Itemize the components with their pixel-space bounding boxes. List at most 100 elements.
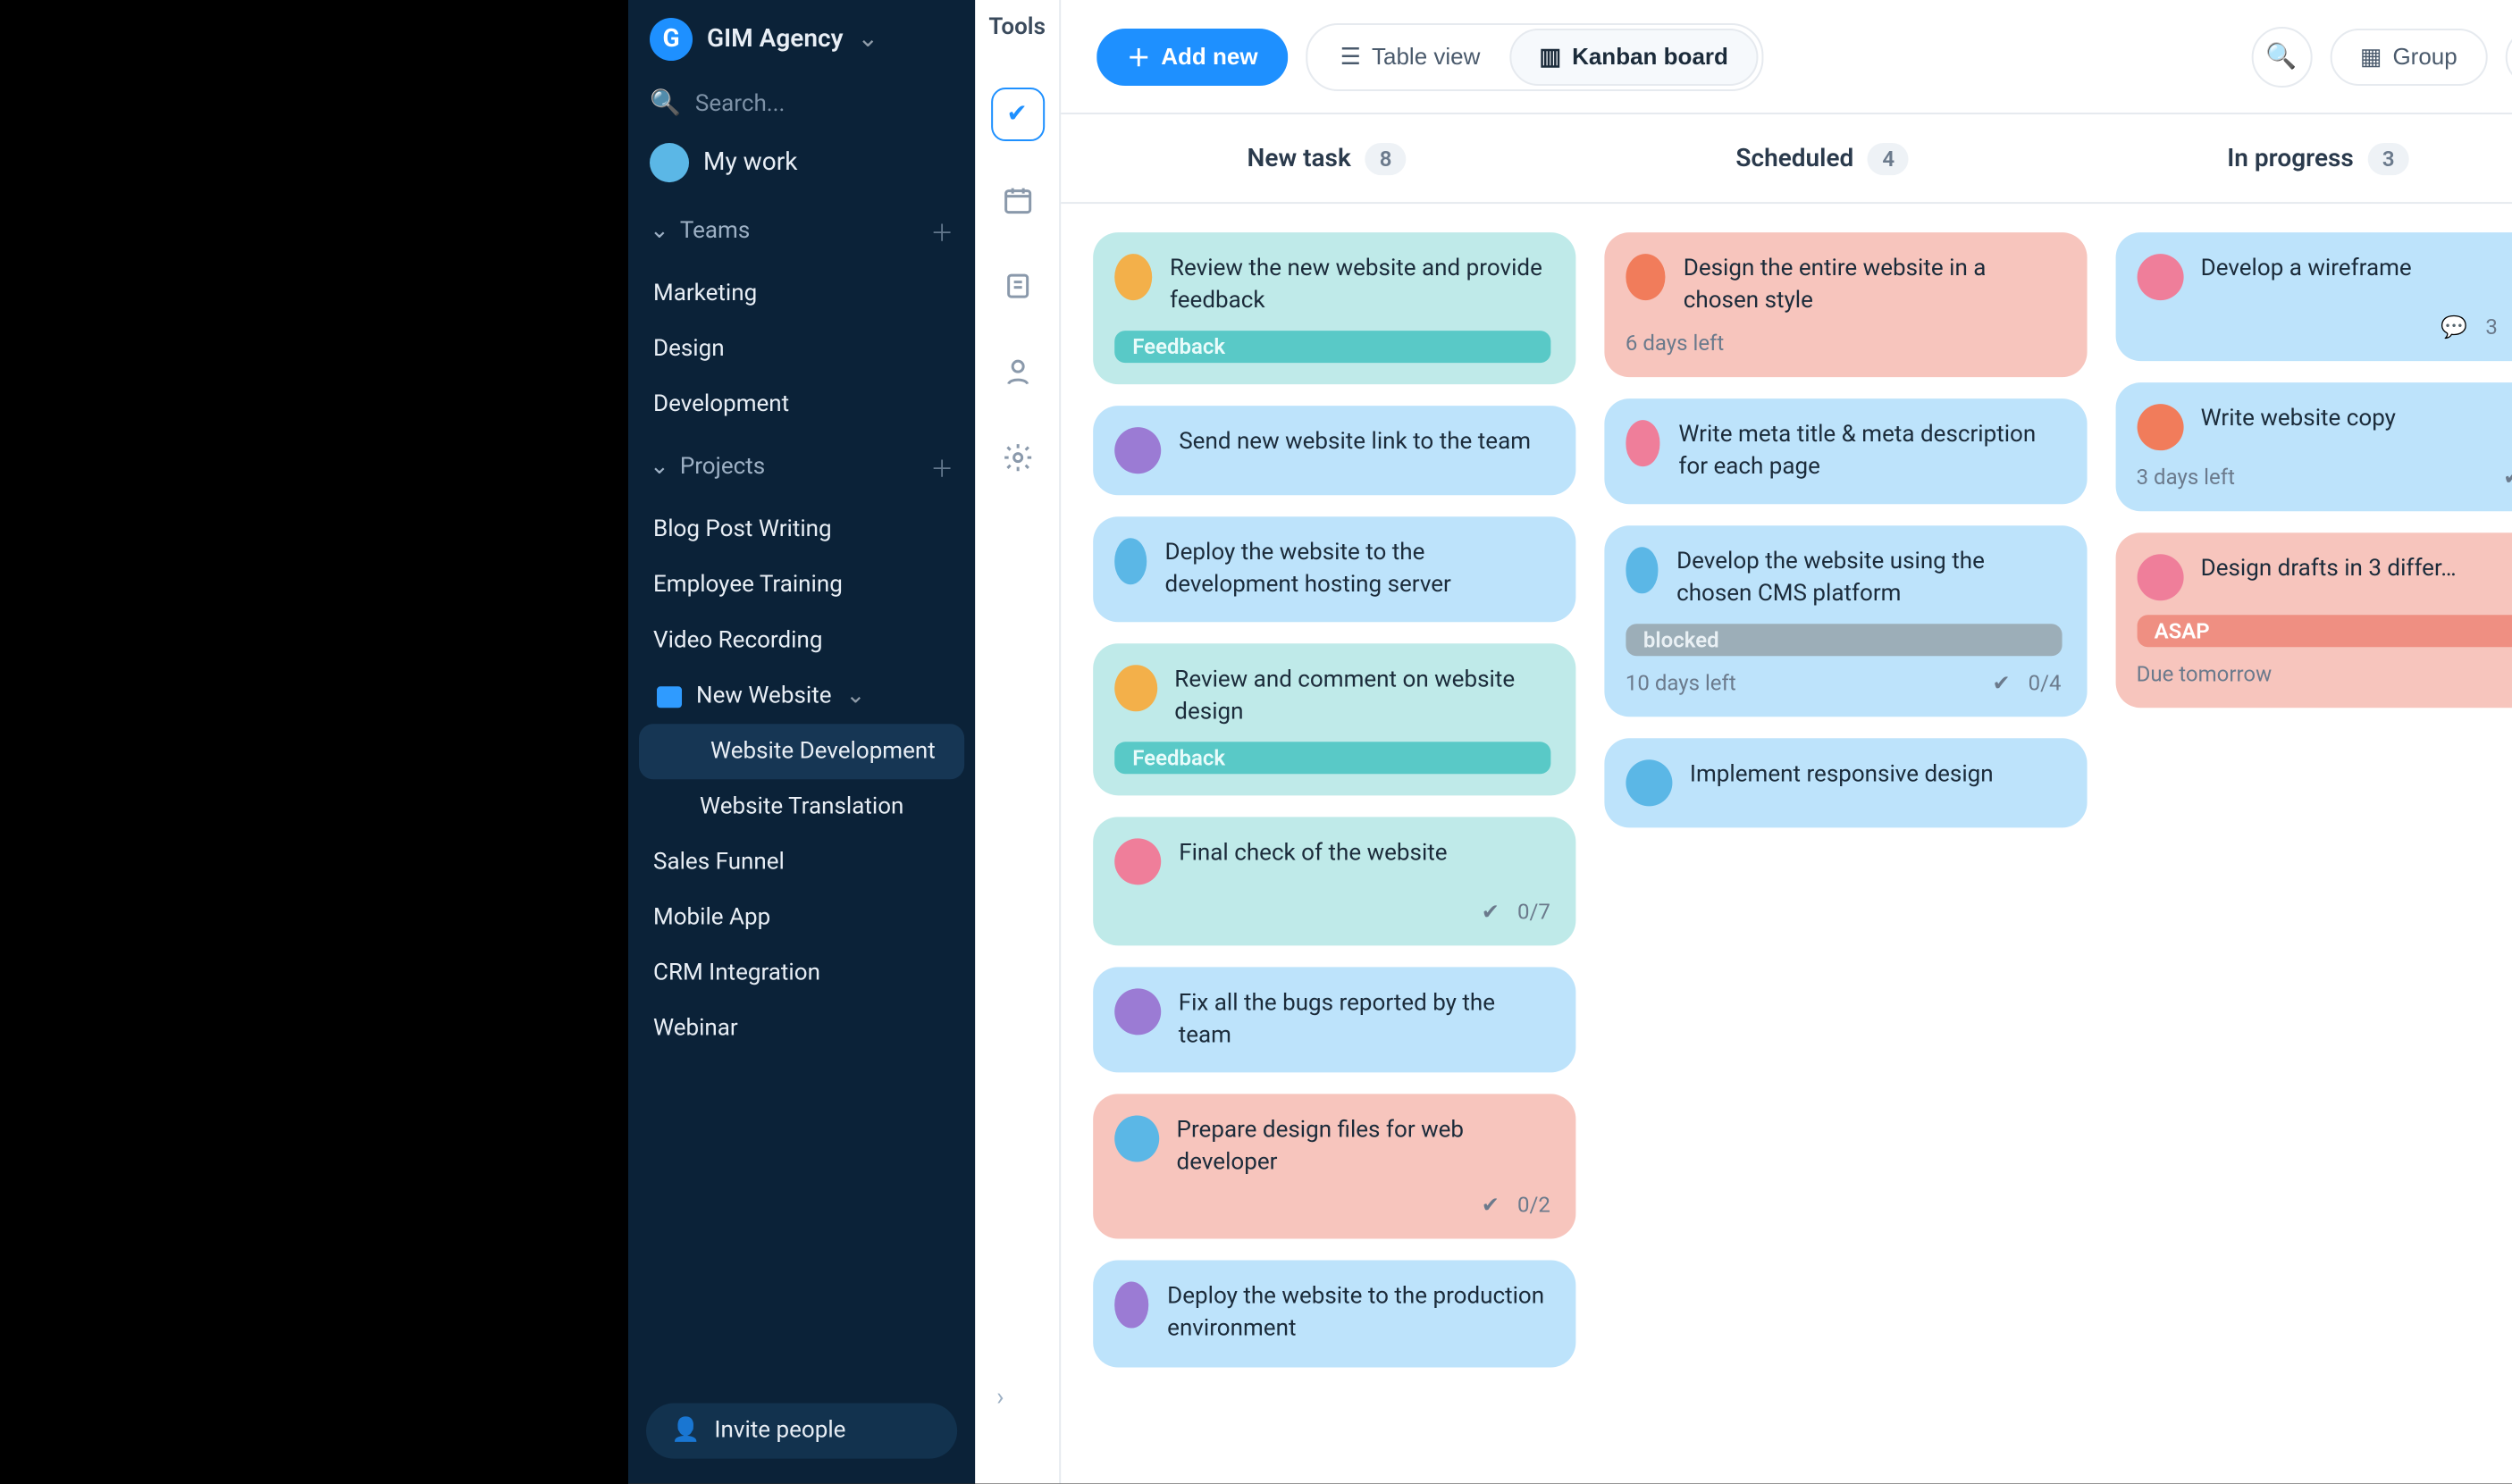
avatar (2137, 404, 2183, 450)
column-header-scheduled[interactable]: Scheduled 4 (1589, 142, 2056, 174)
search-input[interactable]: 🔍 Search... (628, 79, 975, 129)
task-card[interactable]: Deploy the website to the development ho… (1093, 516, 1575, 622)
chevron-down-icon: ⌄ (650, 218, 669, 245)
avatar (1114, 538, 1147, 584)
avatar (1114, 839, 1161, 885)
sidebar-item-blog-post-writing[interactable]: Blog Post Writing (628, 502, 975, 558)
column-headers: New task 8 Scheduled 4 In progress 3 Com… (1061, 114, 2512, 204)
teams-label: Teams (680, 218, 750, 245)
sidebar-item-crm-integration[interactable]: CRM Integration (628, 945, 975, 1001)
task-card[interactable]: Prepare design files for web developer ✔… (1093, 1094, 1575, 1239)
chevron-down-icon: ⌄ (650, 454, 669, 481)
contacts-icon[interactable] (990, 345, 1044, 398)
avatar (1114, 1116, 1158, 1162)
sidebar-item-design[interactable]: Design (628, 322, 975, 377)
avatar (1626, 254, 1666, 300)
checklist-icon: ✔ (1993, 671, 2011, 696)
tag-feedback: Feedback (1114, 742, 1550, 775)
task-card[interactable]: Review the new website and provide feedb… (1093, 232, 1575, 384)
checklist-icon: ✔ (1482, 900, 1500, 925)
column-name: In progress (2227, 144, 2354, 172)
plus-icon: ＋ (1127, 39, 1150, 73)
avatar (1114, 427, 1161, 474)
new-website-label: New Website (696, 683, 831, 709)
sidebar-item-marketing[interactable]: Marketing (628, 266, 975, 322)
sidebar-item-new-website[interactable]: New Website ⌄ (628, 668, 975, 724)
sidebar-item-video-recording[interactable]: Video Recording (628, 613, 975, 668)
plus-icon[interactable]: ＋ (930, 450, 954, 484)
sidebar-item-website-development[interactable]: Website Development (639, 724, 964, 779)
app-root: G GIM Agency ⌄ 🔍 Search... My work ⌄ Team… (628, 0, 2512, 1484)
sidebar-item-sales-funnel[interactable]: Sales Funnel (628, 834, 975, 890)
task-title: Design drafts in 3 differ… (2201, 554, 2457, 585)
task-title: Fix all the bugs reported by the team (1179, 989, 1550, 1052)
checklist-icon: ✔ (2503, 465, 2512, 490)
kanban-board: Review the new website and provide feedb… (1061, 204, 2512, 1484)
task-title: Final check of the website (1179, 839, 1447, 870)
due-label: 6 days left (1626, 331, 1724, 356)
chevron-down-icon: ⌄ (846, 683, 866, 709)
plus-icon[interactable]: ＋ (930, 214, 954, 248)
task-card[interactable]: Send new website link to the team (1093, 406, 1575, 495)
task-card[interactable]: Fix all the bugs reported by the team (1093, 968, 1575, 1073)
avatar (2137, 254, 2183, 300)
invite-people-button[interactable]: 👤 Invite people (646, 1404, 957, 1459)
task-card[interactable]: Develop a wireframe 💬3 📎1 (2115, 232, 2512, 361)
sidebar-section-projects[interactable]: ⌄Projects ＋ (628, 432, 975, 502)
filter-button[interactable]: ⏷ Filter (2506, 28, 2512, 85)
column-new-task: Review the new website and provide feedb… (1093, 232, 1575, 1455)
task-title: Develop the website using the chosen CMS… (1676, 548, 2061, 610)
invite-label: Invite people (714, 1418, 845, 1445)
workspace-switcher[interactable]: G GIM Agency ⌄ (628, 0, 975, 79)
kanban-view-label: Kanban board (1572, 43, 1728, 70)
search-button[interactable]: 🔍 (2251, 26, 2312, 87)
main: ＋ Add new ☰ Table view ▥ Kanban board 🔍 … (1061, 0, 2512, 1484)
board-icon: ▥ (1539, 42, 1561, 71)
due-label: Due tomorrow (2137, 661, 2273, 686)
task-card[interactable]: Develop the website using the chosen CMS… (1604, 526, 2087, 717)
sidebar-item-employee-training[interactable]: Employee Training (628, 558, 975, 613)
user-plus-icon: 👤 (671, 1418, 700, 1445)
task-title: Deploy the website to the production env… (1167, 1282, 1550, 1345)
tasks-icon[interactable]: ✔ (990, 88, 1044, 141)
group-button[interactable]: ▦ Group (2330, 28, 2488, 85)
table-view-button[interactable]: ☰ Table view (1312, 28, 1509, 85)
task-title: Prepare design files for web developer (1177, 1116, 1550, 1178)
sidebar-item-mobile-app[interactable]: Mobile App (628, 890, 975, 945)
kanban-view-button[interactable]: ▥ Kanban board (1508, 28, 1759, 85)
task-title: Review the new website and provide feedb… (1170, 254, 1550, 316)
task-card[interactable]: Design drafts in 3 differ… ASAP Due tomo… (2115, 532, 2512, 708)
add-new-button[interactable]: ＋ Add new (1096, 28, 1288, 85)
avatar (1114, 254, 1152, 300)
task-card[interactable]: Final check of the website ✔0/7 (1093, 817, 1575, 946)
sidebar-item-website-translation[interactable]: Website Translation (628, 779, 975, 834)
my-work-label: My work (703, 148, 797, 177)
sidebar-section-teams[interactable]: ⌄ Teams ＋ (628, 197, 975, 266)
task-card[interactable]: Deploy the website to the production env… (1093, 1261, 1575, 1366)
task-title: Write meta title & meta description for … (1678, 420, 2061, 482)
task-title: Develop a wireframe (2201, 254, 2412, 285)
sidebar-item-webinar[interactable]: Webinar (628, 1001, 975, 1056)
settings-icon[interactable] (990, 431, 1044, 484)
sidebar-item-development[interactable]: Development (628, 377, 975, 432)
table-view-label: Table view (1372, 43, 1480, 70)
task-card[interactable]: Write meta title & meta description for … (1604, 398, 2087, 504)
task-title: Deploy the website to the development ho… (1165, 538, 1550, 600)
task-card[interactable]: Implement responsive design (1604, 739, 2087, 828)
sidebar-item-my-work[interactable]: My work (628, 129, 975, 197)
column-header-new-task[interactable]: New task 8 (1093, 142, 1560, 174)
rail-label: Tools (988, 14, 1046, 41)
calendar-icon[interactable] (990, 173, 1044, 227)
add-new-label: Add new (1161, 43, 1257, 70)
column-header-in-progress[interactable]: In progress 3 (2085, 142, 2512, 174)
task-card[interactable]: Review and comment on website design Fee… (1093, 644, 1575, 796)
folder-icon (657, 685, 682, 707)
topbar: ＋ Add new ☰ Table view ▥ Kanban board 🔍 … (1061, 0, 2512, 114)
tag-feedback: Feedback (1114, 331, 1550, 363)
task-card[interactable]: Write website copy 3 days left✔1/3 (2115, 382, 2512, 511)
task-title: Write website copy (2201, 404, 2396, 435)
due-label: 10 days left (1626, 671, 1736, 696)
notes-icon[interactable] (990, 259, 1044, 313)
task-card[interactable]: Design the entire website in a chosen st… (1604, 232, 2087, 377)
grid-icon: ▦ (2360, 42, 2382, 71)
